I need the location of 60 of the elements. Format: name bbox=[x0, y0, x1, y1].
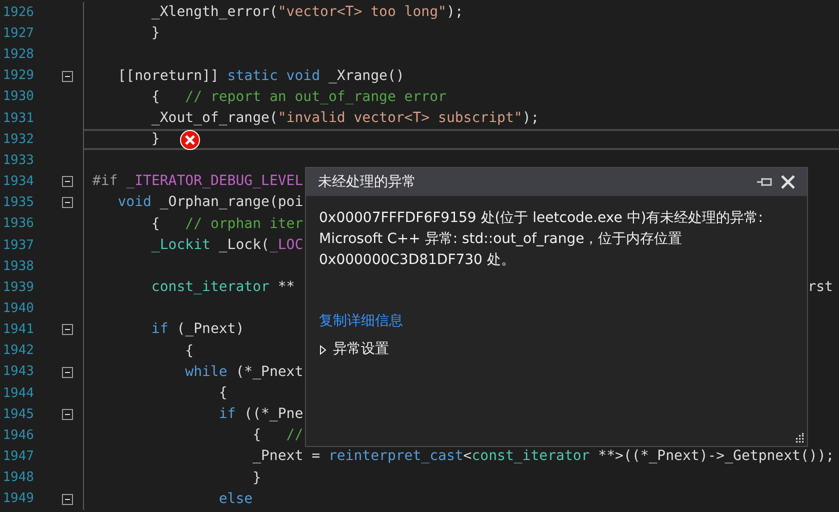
line-number: 1930 bbox=[2, 88, 34, 106]
line-number: 1944 bbox=[2, 384, 34, 403]
code-text: _Xlength_error("vector<T> too long"); bbox=[150, 3, 464, 22]
code-text: else bbox=[218, 490, 253, 509]
pin-icon[interactable] bbox=[757, 177, 773, 187]
line-number: 1939 bbox=[2, 278, 34, 297]
line-number: 1949 bbox=[2, 490, 34, 508]
code-text: _Xout_of_range("invalid vector<T> subscript"); bbox=[150, 108, 540, 128]
code-text: { bbox=[218, 384, 228, 403]
collapse-icon[interactable] bbox=[62, 176, 72, 188]
collapse-icon[interactable] bbox=[62, 409, 72, 420]
code-text: void _Orphan_range(poi bbox=[116, 193, 304, 212]
collapse-icon[interactable] bbox=[62, 324, 72, 336]
line-number: 1928 bbox=[2, 46, 34, 64]
code-text: if ((*_Pne bbox=[218, 405, 304, 424]
line-number: 1947 bbox=[2, 448, 34, 466]
code-text: { bbox=[184, 342, 194, 361]
line-number: 1941 bbox=[2, 321, 34, 340]
line-number: 1933 bbox=[2, 152, 34, 170]
line-number: 1934 bbox=[2, 173, 34, 192]
code-text: _Pnext = reinterpret_cast<const_iterator **>((*_Pnext)->_Getpnext()); bbox=[252, 447, 834, 466]
line-number: 1945 bbox=[2, 406, 34, 424]
line-number: 1932 bbox=[2, 130, 34, 149]
code-text: _Lockit _Lock(_LOC bbox=[150, 236, 304, 255]
popup-title: 未经处理的异常 bbox=[318, 172, 416, 192]
chevron-right-icon bbox=[319, 344, 327, 354]
line-number: 1946 bbox=[2, 426, 34, 445]
code-text: } bbox=[252, 468, 262, 488]
line-number: 1943 bbox=[2, 363, 34, 382]
line-number: 1927 bbox=[2, 24, 34, 43]
collapse-icon[interactable] bbox=[62, 494, 72, 505]
code-text: const_iterator ** bbox=[150, 278, 295, 298]
line-number: 1931 bbox=[2, 110, 34, 128]
line-number: 1940 bbox=[2, 300, 34, 318]
exception-settings-toggle[interactable]: 异常设置 bbox=[319, 339, 389, 360]
code-text: [[noreturn]] static void _Xrange() bbox=[116, 66, 404, 86]
line-number: 1948 bbox=[2, 469, 34, 488]
line-number: 1936 bbox=[2, 215, 34, 234]
code-text: { // report an out_of_range error bbox=[150, 88, 446, 107]
code-text: } bbox=[150, 24, 160, 44]
line-number: 1938 bbox=[2, 258, 34, 276]
resize-grip-icon[interactable] bbox=[794, 433, 804, 443]
line-number: 1942 bbox=[2, 342, 34, 360]
code-text: } bbox=[150, 130, 160, 150]
line-number: 1929 bbox=[2, 67, 34, 86]
line-number: 1935 bbox=[2, 194, 34, 212]
code-text: { // bbox=[252, 426, 304, 446]
code-text: { // orphan iter bbox=[150, 214, 304, 234]
code-text: while (*_Pnext bbox=[184, 362, 304, 382]
collapse-icon[interactable] bbox=[62, 366, 72, 378]
collapse-icon[interactable] bbox=[62, 70, 72, 82]
code-text: rst bbox=[808, 278, 833, 298]
line-number: 1926 bbox=[2, 4, 34, 22]
code-text: #if _ITERATOR_DEBUG_LEVEL bbox=[91, 172, 304, 192]
copy-details-link[interactable]: 复制详细信息 bbox=[319, 311, 403, 332]
code-text: if (_Pnext) bbox=[150, 320, 244, 340]
line-number: 1937 bbox=[2, 236, 34, 255]
close-icon[interactable] bbox=[781, 175, 795, 189]
collapse-icon[interactable] bbox=[62, 197, 72, 208]
exception-message: 0x00007FFFDF6F9159 处(位于 leetcode.exe 中)有未经处理的异常: Microsoft C++ 异常: std::out_of_range，位于内存位置 0x000000C3D81DF730 处。 bbox=[319, 209, 764, 270]
